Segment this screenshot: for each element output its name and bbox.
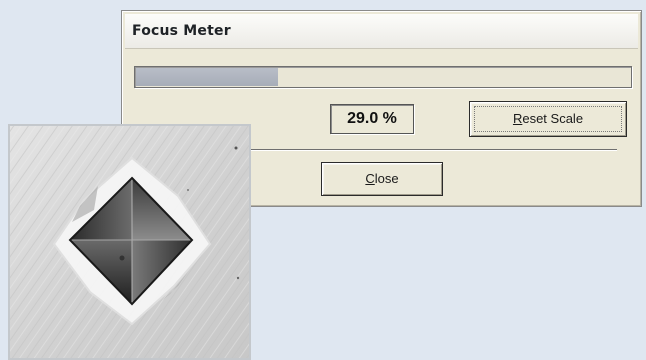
focus-progress-bar xyxy=(134,66,632,88)
reset-scale-label-suffix: eset Scale xyxy=(522,111,584,126)
indentation-image xyxy=(10,126,249,358)
close-label-suffix: lose xyxy=(374,171,399,186)
dialog-title: Focus Meter xyxy=(132,23,231,39)
close-button[interactable]: Close xyxy=(321,162,443,196)
indentation-micrograph xyxy=(8,124,251,360)
reset-scale-button[interactable]: Reset Scale xyxy=(469,101,627,137)
close-label-mnemonic: C xyxy=(365,171,375,186)
focus-value-display: 29.0 % xyxy=(330,104,414,134)
focus-progress-fill xyxy=(136,68,278,86)
reset-scale-label-mnemonic: R xyxy=(512,111,523,126)
dialog-title-bar[interactable]: Focus Meter xyxy=(125,14,638,49)
